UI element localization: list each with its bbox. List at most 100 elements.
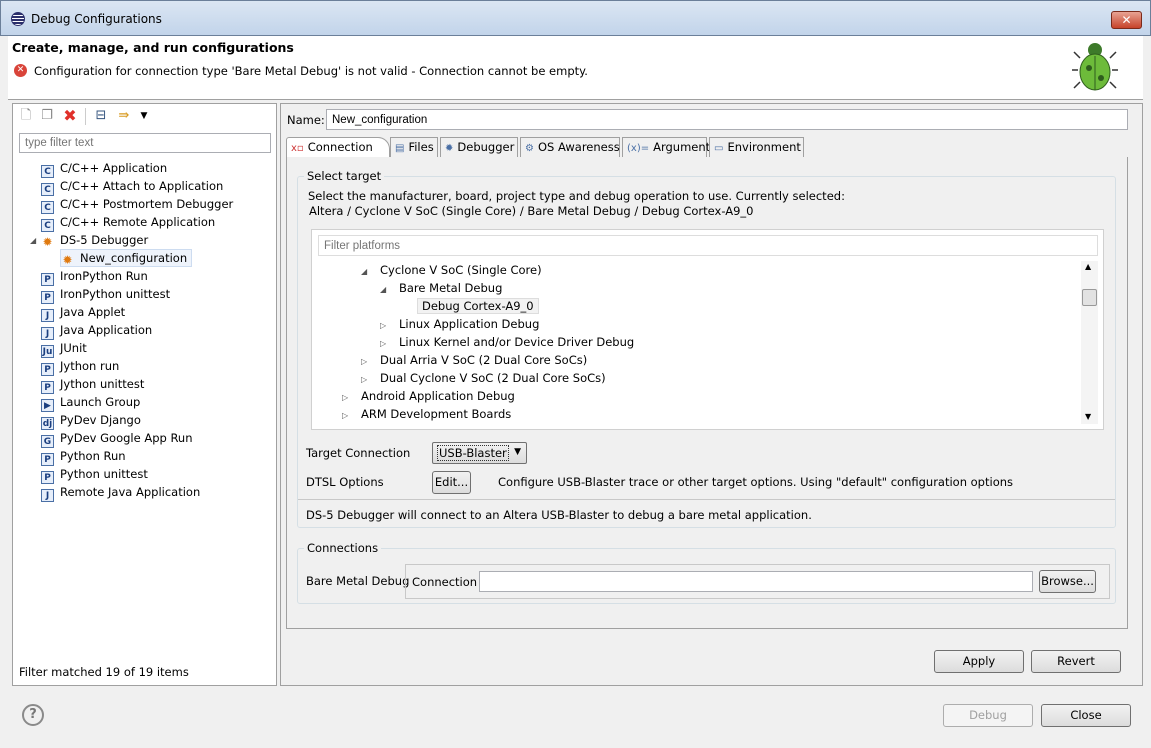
tab-label: Arguments [653,140,717,154]
browse-button[interactable]: Browse... [1039,570,1096,593]
tab-os-awareness[interactable]: ⚙ OS Awareness [520,137,620,158]
select-target-group: Select target Select the manufacturer, b… [297,169,1116,528]
connection-summary: DS-5 Debugger will connect to an Altera … [306,508,812,522]
config-type-label: Python Run [60,449,126,463]
config-type-item[interactable]: J Java Applet [41,303,125,322]
platform-label: Dual Arria V SoC (2 Dual Core SoCs) [380,353,588,367]
expand-triangle-icon[interactable]: ◢ [361,263,380,281]
tab-icon: x▫ [291,143,304,154]
config-type-label: PyDev Django [60,413,141,427]
tab-files[interactable]: ▤ Files [390,137,438,158]
target-connection-select[interactable]: USB-Blaster ▼ [432,442,527,464]
debug-button[interactable]: Debug [943,704,1033,727]
config-type-item[interactable]: C C/C++ Attach to Application [41,177,224,196]
config-type-item[interactable]: P IronPython unittest [41,285,170,304]
filter-platforms-input[interactable] [318,235,1098,256]
filter-input[interactable] [19,133,271,153]
platform-tree-item[interactable]: ◢ Bare Metal Debug [380,279,502,297]
config-type-item[interactable]: G PyDev Google App Run [41,429,193,448]
scroll-down-icon[interactable]: ▼ [1085,412,1091,421]
config-type-item[interactable]: P Python Run [41,447,126,466]
config-type-item[interactable]: P Jython run [41,357,119,376]
platform-label: Linux Kernel and/or Device Driver Debug [399,335,635,349]
scroll-up-icon[interactable]: ▲ [1085,262,1091,271]
config-type-label: Remote Java Application [60,485,201,499]
chevron-down-icon[interactable]: ▼ [137,109,151,123]
config-type-item[interactable]: ✹ DS-5 Debugger [41,231,148,249]
tab-connection[interactable]: x▫ Connection [286,137,390,159]
tab-label: OS Awareness [537,140,620,154]
platform-label: Dual Cyclone V SoC (2 Dual Core SoCs) [380,371,606,385]
config-type-item[interactable]: dj PyDev Django [41,411,141,430]
platform-label: ARM Development Boards [361,407,512,421]
platform-label: Linux Application Debug [399,317,540,331]
config-type-item[interactable]: ▶ Launch Group [41,393,140,412]
target-connection-value: USB-Blaster [437,445,509,461]
platform-tree-item[interactable]: ▷ Linux Kernel and/or Device Driver Debug [380,333,634,351]
help-icon[interactable]: ? [22,704,44,726]
tab-arguments[interactable]: (x)= Arguments [622,137,716,158]
duplicate-icon[interactable]: ❐ [40,109,54,123]
connection-type-label: Bare Metal Debug [306,574,410,588]
config-type-item[interactable]: Ju JUnit [41,339,87,358]
config-type-item[interactable]: C C/C++ Remote Application [41,213,216,232]
name-label: Name: [287,113,325,127]
config-type-item[interactable]: P Jython unittest [41,375,144,394]
error-icon: ✕ [14,64,27,77]
expand-triangle-icon[interactable]: ▷ [342,407,361,425]
tab-environment[interactable]: ▭ Environment [709,137,804,158]
platform-tree-item[interactable]: ▷ ARM Development Boards [342,405,511,423]
apply-button[interactable]: Apply [934,650,1024,673]
config-type-label: C/C++ Application [60,161,168,175]
filter-status: Filter matched 19 of 19 items [19,665,189,679]
dialog-header: Create, manage, and run configurations ✕… [8,36,1143,100]
name-input[interactable] [326,109,1128,130]
delete-icon[interactable]: ✖ [63,108,77,124]
dtsl-description: Configure USB-Blaster trace or other tar… [498,475,1014,489]
config-type-item[interactable]: P IronPython Run [41,267,148,286]
platform-tree-item[interactable]: ▷ Android Application Debug [342,387,515,405]
window-close-button[interactable]: ✕ [1111,11,1142,29]
tab-debugger[interactable]: ✹ Debugger [440,137,518,158]
select-target-legend: Select target [304,169,385,183]
platform-tree-item[interactable]: ▷ Linux Application Debug [380,315,539,333]
platform-tree-box: ◢Cyclone V SoC (Single Core)◢Bare Metal … [311,229,1104,430]
tab-panel-connection: Select target Select the manufacturer, b… [286,157,1128,629]
tab-label: Debugger [457,140,515,154]
new-config-icon[interactable]: 🗋 [19,109,33,123]
config-type-item[interactable]: C C/C++ Application [41,159,168,178]
tab-label: Files [408,140,434,154]
connections-legend: Connections [304,541,382,555]
tab-icon: (x)= [627,143,650,154]
platform-scrollbar[interactable]: ▲ ▼ [1081,261,1098,424]
config-type-item[interactable]: C C/C++ Postmortem Debugger [41,195,233,214]
platform-label: Debug Cortex-A9_0 [417,298,539,314]
expand-triangle-icon[interactable]: ◢ [30,236,36,245]
connection-input[interactable] [479,571,1033,592]
dtsl-edit-button[interactable]: Edit... [432,471,471,494]
platform-tree-item[interactable]: ◢ Cyclone V SoC (Single Core) [361,261,542,279]
config-type-label: C/C++ Remote Application [60,215,216,229]
config-type-item[interactable]: J Java Application [41,321,152,340]
config-type-item[interactable]: J Remote Java Application [41,483,201,502]
connections-group: Connections Bare Metal Debug Connection … [297,541,1116,604]
dtsl-options-label: DTSL Options [306,475,384,489]
collapse-all-icon[interactable]: ⊟ [94,109,108,123]
toolbar-divider [85,108,86,125]
config-type-label: C/C++ Attach to Application [60,179,224,193]
scrollbar-thumb[interactable] [1082,289,1097,306]
platform-label: Bare Metal Debug [399,281,503,295]
separator [298,499,1115,500]
config-type-item[interactable]: P Python unittest [41,465,148,484]
revert-button[interactable]: Revert [1031,650,1121,673]
platform-tree-item[interactable]: ▷ Dual Cyclone V SoC (2 Dual Core SoCs) [361,369,606,387]
config-type-item[interactable]: ✹ New_configuration [60,249,193,267]
tab-icon: ▭ [714,143,724,154]
expand-triangle-icon[interactable]: ◢ [380,281,399,299]
filter-icon[interactable]: ⇛ [117,109,131,123]
config-type-label: JUnit [60,341,87,355]
platform-tree-item[interactable]: Debug Cortex-A9_0 [398,297,539,315]
platform-tree-item[interactable]: ▷ Dual Arria V SoC (2 Dual Core SoCs) [361,351,587,369]
close-button[interactable]: Close [1041,704,1131,727]
chevron-down-icon: ▼ [514,447,521,457]
